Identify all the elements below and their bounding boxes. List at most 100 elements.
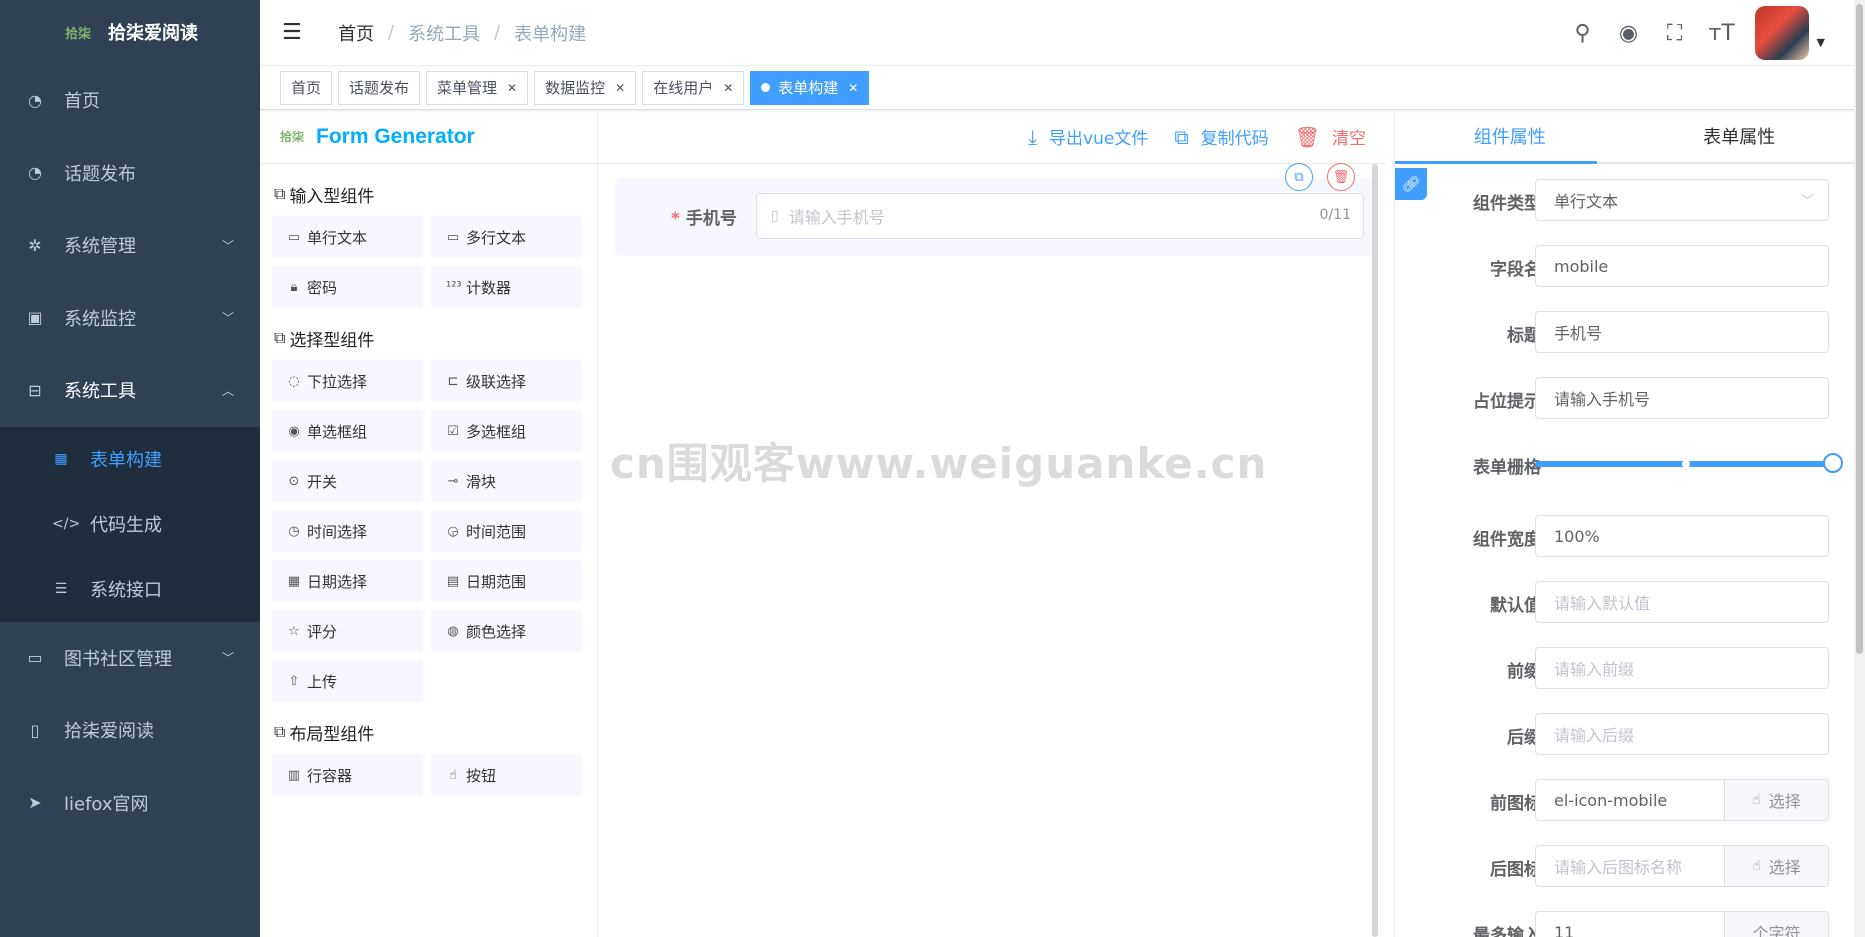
sidebar-item-book-community[interactable]: ▭ 图书社区管理 ﹀	[0, 622, 260, 695]
max-length-input[interactable]: 11 个字符	[1535, 911, 1829, 937]
tag-form-builder[interactable]: 表单构建 ✕	[750, 70, 870, 105]
component-item-select-3[interactable]: ☑ 多选框组	[431, 410, 582, 452]
component-item-select-2[interactable]: ◉ 单选框组	[272, 410, 423, 452]
avatar[interactable]	[1754, 6, 1809, 60]
sidebar-item-liefox[interactable]: ➤ liefox官网	[0, 767, 260, 840]
hamburger-icon[interactable]: ☰	[282, 20, 306, 45]
close-icon[interactable]: ✕	[507, 81, 517, 95]
tag-label: 表单构建	[778, 79, 839, 97]
scrollbar-thumb[interactable]	[1856, 4, 1863, 654]
title-input[interactable]: 手机号	[1535, 311, 1829, 353]
caret-down-icon[interactable]: ▼	[1817, 36, 1825, 49]
prop-label: 默认值	[1490, 596, 1541, 616]
suffix-icon-input[interactable]: 请输入后图标名称 ☝ 选择	[1535, 845, 1829, 887]
field-name-input[interactable]: mobile	[1535, 245, 1829, 287]
toolbox-icon: ⊟	[28, 380, 42, 400]
export-vue-button[interactable]: ⤓ 导出vue文件	[1028, 124, 1149, 150]
input-value: 11	[1554, 922, 1575, 937]
sidebar-item-form-builder[interactable]: ▦ 表单构建	[0, 427, 260, 492]
prefix-icon-input[interactable]: el-icon-mobile ☝ 选择	[1535, 779, 1829, 821]
group-title-text: 布局型组件	[289, 724, 375, 745]
generator-title: Form Generator	[316, 124, 475, 148]
select-value: 单行文本	[1554, 192, 1619, 211]
breadcrumb-home[interactable]: 首页	[338, 20, 374, 46]
sidebar-item-reading[interactable]: ▯ 拾柒爱阅读	[0, 694, 260, 767]
close-icon[interactable]: ✕	[848, 81, 858, 95]
slider-handle[interactable]	[1823, 453, 1843, 473]
component-icon: ☆	[288, 623, 300, 639]
component-item-select-11[interactable]: ◍ 颜色选择	[431, 610, 582, 652]
copy-code-button[interactable]: ⧉ 复制代码	[1174, 124, 1268, 150]
field-label-text: 手机号	[685, 209, 737, 229]
close-icon[interactable]: ✕	[615, 81, 625, 95]
tab-component-props[interactable]: 组件属性	[1395, 110, 1625, 162]
prop-label: 组件宽度	[1473, 530, 1541, 550]
component-label: 下拉选择	[307, 372, 368, 391]
sidebar-logo[interactable]: 拾柒 拾柒爱阅读	[0, 0, 260, 64]
component-item-input-2[interactable]: 🔒︎ 密码	[272, 266, 423, 308]
grid-span-slider[interactable]	[1535, 453, 1843, 473]
export-label: 导出vue文件	[1049, 129, 1149, 149]
search-icon[interactable]: ⚲	[1571, 21, 1595, 46]
component-item-layout-0[interactable]: ▥ 行容器	[272, 754, 423, 796]
sidebar-item-topic-publish[interactable]: ◔ 话题发布	[0, 137, 260, 210]
component-grid: ▥ 行容器 ☝ 按钮	[272, 754, 585, 796]
sidebar-item-system-monitor[interactable]: ▣ 系统监控 ﹀	[0, 282, 260, 355]
component-item-select-9[interactable]: ▤ 日期范围	[431, 560, 582, 602]
tag-data-monitor[interactable]: 数据监控 ✕	[534, 70, 637, 105]
mobile-input[interactable]: ▯ 请输入手机号 0/11	[756, 193, 1364, 239]
close-icon[interactable]: ✕	[723, 81, 733, 95]
component-type-select[interactable]: 单行文本 ﹀	[1535, 179, 1829, 221]
active-tab-indicator	[1395, 161, 1597, 164]
component-item-select-4[interactable]: ⊙ 开关	[272, 460, 423, 502]
component-item-select-8[interactable]: ▦ 日期选择	[272, 560, 423, 602]
tags-view: 首页 话题发布 菜单管理 ✕ 数据监控 ✕ 在线用户 ✕ 表单构建 ✕	[260, 66, 1865, 110]
component-item-input-1[interactable]: ▭ 多行文本	[431, 216, 582, 258]
component-item-select-6[interactable]: ◷ 时间选择	[272, 510, 423, 552]
tag-topic-publish[interactable]: 话题发布	[338, 70, 421, 105]
component-width-input[interactable]: 100%	[1535, 515, 1829, 557]
component-item-select-10[interactable]: ☆ 评分	[272, 610, 423, 652]
tag-home[interactable]: 首页	[280, 70, 333, 105]
component-icon: ◉	[288, 423, 300, 439]
code-icon: </>	[52, 516, 81, 532]
trash-icon: 🗑︎	[1332, 169, 1350, 185]
fullscreen-icon[interactable]: ⛶	[1663, 21, 1687, 46]
tab-form-props[interactable]: 表单属性	[1625, 110, 1855, 162]
page-scrollbar[interactable]	[1854, 0, 1865, 937]
component-item-input-0[interactable]: ▭ 单行文本	[272, 216, 423, 258]
drawing-item-mobile[interactable]: * 手机号 ▯ 请输入手机号 0/11 ⧉ 🗑︎	[615, 163, 1377, 256]
sidebar-item-system-admin[interactable]: ✲ 系统管理 ﹀	[0, 209, 260, 282]
clear-button[interactable]: 🗑︎ 清空	[1295, 124, 1366, 150]
choose-icon-button[interactable]: ☝ 选择	[1724, 846, 1828, 886]
component-icon: ⇧	[288, 673, 300, 689]
default-value-input[interactable]: 请输入默认值	[1535, 581, 1829, 623]
component-item-select-1[interactable]: ⊏ 级联选择	[431, 360, 582, 402]
component-item-layout-1[interactable]: ☝ 按钮	[431, 754, 582, 796]
copy-component-button[interactable]: ⧉	[1285, 163, 1313, 191]
component-item-select-7[interactable]: ◶ 时间范围	[431, 510, 582, 552]
choose-icon-button[interactable]: ☝ 选择	[1724, 780, 1828, 820]
component-label: 多行文本	[466, 228, 527, 247]
clear-label: 清空	[1332, 129, 1366, 149]
tag-online-users[interactable]: 在线用户 ✕	[642, 70, 745, 105]
delete-component-button[interactable]: 🗑︎	[1327, 163, 1355, 191]
suffix-input[interactable]: 请输入后缀	[1535, 713, 1829, 755]
component-label: 评分	[307, 622, 338, 641]
sidebar-item-label: 话题发布	[64, 163, 136, 185]
sidebar-item-system-tools[interactable]: ⊟ 系统工具 ︿	[0, 354, 260, 427]
canvas-scrollbar[interactable]	[1372, 164, 1378, 937]
font-size-icon[interactable]: ᴛT	[1709, 21, 1735, 46]
sidebar-item-code-gen[interactable]: </> 代码生成	[0, 492, 260, 557]
sidebar-item-system-api[interactable]: ☰ 系统接口	[0, 557, 260, 622]
action-bar: ⤓ 导出vue文件 ⧉ 复制代码 🗑︎ 清空	[598, 110, 1386, 164]
component-item-input-3[interactable]: ¹²³ 计数器	[431, 266, 582, 308]
tag-menu-admin[interactable]: 菜单管理 ✕	[426, 70, 529, 105]
component-item-select-12[interactable]: ⇧ 上传	[272, 660, 423, 702]
placeholder-input[interactable]: 请输入手机号	[1535, 377, 1829, 419]
component-item-select-0[interactable]: ◌ 下拉选择	[272, 360, 423, 402]
component-item-select-5[interactable]: ⊸ 滑块	[431, 460, 582, 502]
github-icon[interactable]: ◉	[1617, 21, 1641, 46]
sidebar-item-home[interactable]: ◔ 首页	[0, 64, 260, 137]
prefix-input[interactable]: 请输入前缀	[1535, 647, 1829, 689]
